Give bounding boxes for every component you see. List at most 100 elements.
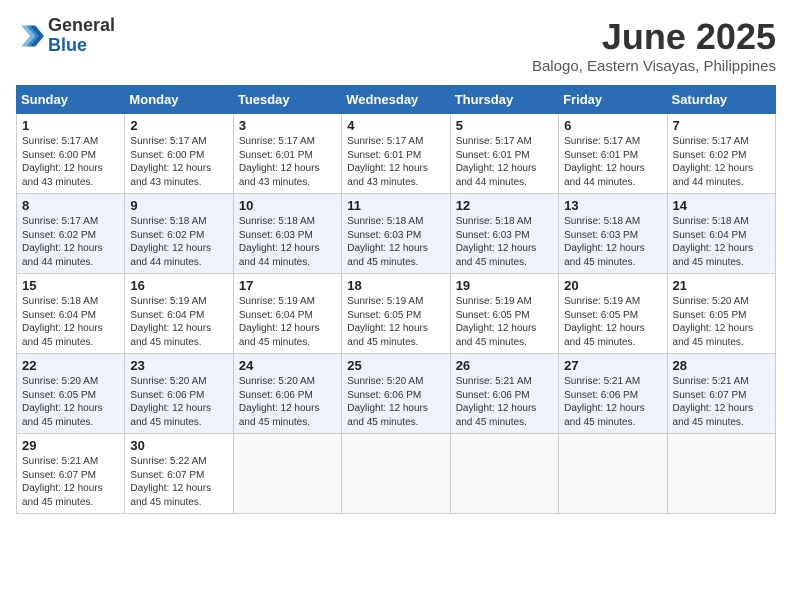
calendar-cell: 12 Sunrise: 5:18 AM Sunset: 6:03 PM Dayli… xyxy=(450,194,558,274)
calendar-cell: 14Sunrise: 5:18 AM Sunset: 6:04 PM Dayli… xyxy=(667,194,775,274)
day-info: Sunrise: 5:21 AM Sunset: 6:07 PM Dayligh… xyxy=(22,455,119,509)
calendar-cell: 15 Sunrise: 5:18 AM Sunset: 6:04 PM Dayli… xyxy=(17,274,125,354)
day-info: Sunrise: 5:21 AM Sunset: 6:06 PM Dayligh… xyxy=(456,375,553,429)
day-number: 4 xyxy=(347,118,444,133)
day-info: Sunrise: 5:19 AM Sunset: 6:04 PM Dayligh… xyxy=(239,295,336,349)
day-info: Sunrise: 5:19 AM Sunset: 6:05 PM Dayligh… xyxy=(456,295,553,349)
calendar-week-row: 1 Sunrise: 5:17 AM Sunset: 6:00 PM Daylig… xyxy=(17,114,776,194)
day-number: 15 xyxy=(22,278,119,293)
calendar-week-row: 29 Sunrise: 5:21 AM Sunset: 6:07 PM Dayli… xyxy=(17,434,776,514)
day-info: Sunrise: 5:20 AM Sunset: 6:06 PM Dayligh… xyxy=(130,375,227,429)
calendar-cell: 2Sunrise: 5:17 AM Sunset: 6:00 PM Daylig… xyxy=(125,114,233,194)
calendar-table: Sunday Monday Tuesday Wednesday Thursday… xyxy=(16,85,776,514)
day-info: Sunrise: 5:18 AM Sunset: 6:03 PM Dayligh… xyxy=(456,215,553,269)
day-number: 22 xyxy=(22,358,119,373)
day-number: 25 xyxy=(347,358,444,373)
col-tuesday: Tuesday xyxy=(233,86,341,114)
day-number: 16 xyxy=(130,278,227,293)
day-number: 5 xyxy=(456,118,553,133)
calendar-week-row: 8 Sunrise: 5:17 AM Sunset: 6:02 PM Daylig… xyxy=(17,194,776,274)
day-info: Sunrise: 5:17 AM Sunset: 6:01 PM Dayligh… xyxy=(239,135,336,189)
col-friday: Friday xyxy=(559,86,667,114)
day-number: 29 xyxy=(22,438,119,453)
logo-icon xyxy=(16,22,44,50)
calendar-cell xyxy=(342,434,450,514)
day-number: 8 xyxy=(22,198,119,213)
day-info: Sunrise: 5:18 AM Sunset: 6:03 PM Dayligh… xyxy=(564,215,661,269)
day-number: 23 xyxy=(130,358,227,373)
day-info: Sunrise: 5:20 AM Sunset: 6:05 PM Dayligh… xyxy=(673,295,770,349)
calendar-cell: 26 Sunrise: 5:21 AM Sunset: 6:06 PM Dayli… xyxy=(450,354,558,434)
calendar-cell: 9Sunrise: 5:18 AM Sunset: 6:02 PM Daylig… xyxy=(125,194,233,274)
calendar-cell: 21 Sunrise: 5:20 AM Sunset: 6:05 PM Dayli… xyxy=(667,274,775,354)
calendar-cell: 8 Sunrise: 5:17 AM Sunset: 6:02 PM Daylig… xyxy=(17,194,125,274)
calendar-cell xyxy=(450,434,558,514)
logo-general: General xyxy=(48,16,115,36)
calendar-cell: 10Sunrise: 5:18 AM Sunset: 6:03 PM Dayli… xyxy=(233,194,341,274)
calendar-cell: 20 Sunrise: 5:19 AM Sunset: 6:05 PM Dayli… xyxy=(559,274,667,354)
calendar-cell: 25 Sunrise: 5:20 AM Sunset: 6:06 PM Dayli… xyxy=(342,354,450,434)
day-info: Sunrise: 5:17 AM Sunset: 6:01 PM Dayligh… xyxy=(347,135,444,189)
calendar-cell: 22 Sunrise: 5:20 AM Sunset: 6:05 PM Dayli… xyxy=(17,354,125,434)
day-number: 13 xyxy=(564,198,661,213)
calendar-week-row: 22 Sunrise: 5:20 AM Sunset: 6:05 PM Dayli… xyxy=(17,354,776,434)
day-number: 28 xyxy=(673,358,770,373)
day-info: Sunrise: 5:20 AM Sunset: 6:06 PM Dayligh… xyxy=(347,375,444,429)
day-number: 10 xyxy=(239,198,336,213)
day-number: 18 xyxy=(347,278,444,293)
day-number: 1 xyxy=(22,118,119,133)
day-number: 17 xyxy=(239,278,336,293)
calendar-cell: 18Sunrise: 5:19 AM Sunset: 6:05 PM Dayli… xyxy=(342,274,450,354)
day-number: 12 xyxy=(456,198,553,213)
day-number: 30 xyxy=(130,438,227,453)
day-number: 21 xyxy=(673,278,770,293)
calendar-cell: 28 Sunrise: 5:21 AM Sunset: 6:07 PM Dayli… xyxy=(667,354,775,434)
logo-blue: Blue xyxy=(48,36,115,56)
logo-text: General Blue xyxy=(48,16,115,56)
calendar-cell xyxy=(667,434,775,514)
day-number: 20 xyxy=(564,278,661,293)
calendar-cell xyxy=(559,434,667,514)
calendar-cell: 13 Sunrise: 5:18 AM Sunset: 6:03 PM Dayli… xyxy=(559,194,667,274)
col-sunday: Sunday xyxy=(17,86,125,114)
calendar-subtitle: Balogo, Eastern Visayas, Philippines xyxy=(532,58,776,75)
col-monday: Monday xyxy=(125,86,233,114)
day-info: Sunrise: 5:20 AM Sunset: 6:06 PM Dayligh… xyxy=(239,375,336,429)
day-number: 26 xyxy=(456,358,553,373)
day-info: Sunrise: 5:20 AM Sunset: 6:05 PM Dayligh… xyxy=(22,375,119,429)
day-info: Sunrise: 5:17 AM Sunset: 6:01 PM Dayligh… xyxy=(564,135,661,189)
calendar-cell: 5 Sunrise: 5:17 AM Sunset: 6:01 PM Daylig… xyxy=(450,114,558,194)
day-number: 27 xyxy=(564,358,661,373)
calendar-cell: 19 Sunrise: 5:19 AM Sunset: 6:05 PM Dayli… xyxy=(450,274,558,354)
day-info: Sunrise: 5:17 AM Sunset: 6:00 PM Dayligh… xyxy=(22,135,119,189)
calendar-cell: 1 Sunrise: 5:17 AM Sunset: 6:00 PM Daylig… xyxy=(17,114,125,194)
page-header: General Blue June 2025 Balogo, Eastern V… xyxy=(16,16,776,75)
col-saturday: Saturday xyxy=(667,86,775,114)
day-number: 19 xyxy=(456,278,553,293)
calendar-cell: 3Sunrise: 5:17 AM Sunset: 6:01 PM Daylig… xyxy=(233,114,341,194)
day-number: 14 xyxy=(673,198,770,213)
day-number: 9 xyxy=(130,198,227,213)
calendar-cell: 17 Sunrise: 5:19 AM Sunset: 6:04 PM Dayli… xyxy=(233,274,341,354)
day-info: Sunrise: 5:17 AM Sunset: 6:00 PM Dayligh… xyxy=(130,135,227,189)
day-number: 7 xyxy=(673,118,770,133)
day-number: 24 xyxy=(239,358,336,373)
day-info: Sunrise: 5:17 AM Sunset: 6:02 PM Dayligh… xyxy=(673,135,770,189)
calendar-cell: 7 Sunrise: 5:17 AM Sunset: 6:02 PM Daylig… xyxy=(667,114,775,194)
logo: General Blue xyxy=(16,16,115,56)
day-info: Sunrise: 5:17 AM Sunset: 6:02 PM Dayligh… xyxy=(22,215,119,269)
day-info: Sunrise: 5:19 AM Sunset: 6:05 PM Dayligh… xyxy=(564,295,661,349)
day-info: Sunrise: 5:18 AM Sunset: 6:04 PM Dayligh… xyxy=(22,295,119,349)
day-info: Sunrise: 5:18 AM Sunset: 6:03 PM Dayligh… xyxy=(347,215,444,269)
calendar-cell: 23 Sunrise: 5:20 AM Sunset: 6:06 PM Dayli… xyxy=(125,354,233,434)
day-info: Sunrise: 5:17 AM Sunset: 6:01 PM Dayligh… xyxy=(456,135,553,189)
calendar-title: June 2025 xyxy=(532,16,776,58)
day-number: 6 xyxy=(564,118,661,133)
col-thursday: Thursday xyxy=(450,86,558,114)
calendar-cell: 6 Sunrise: 5:17 AM Sunset: 6:01 PM Daylig… xyxy=(559,114,667,194)
calendar-cell: 29 Sunrise: 5:21 AM Sunset: 6:07 PM Dayli… xyxy=(17,434,125,514)
calendar-cell: 30Sunrise: 5:22 AM Sunset: 6:07 PM Dayli… xyxy=(125,434,233,514)
title-area: June 2025 Balogo, Eastern Visayas, Phili… xyxy=(532,16,776,75)
calendar-cell: 16Sunrise: 5:19 AM Sunset: 6:04 PM Dayli… xyxy=(125,274,233,354)
day-info: Sunrise: 5:21 AM Sunset: 6:07 PM Dayligh… xyxy=(673,375,770,429)
